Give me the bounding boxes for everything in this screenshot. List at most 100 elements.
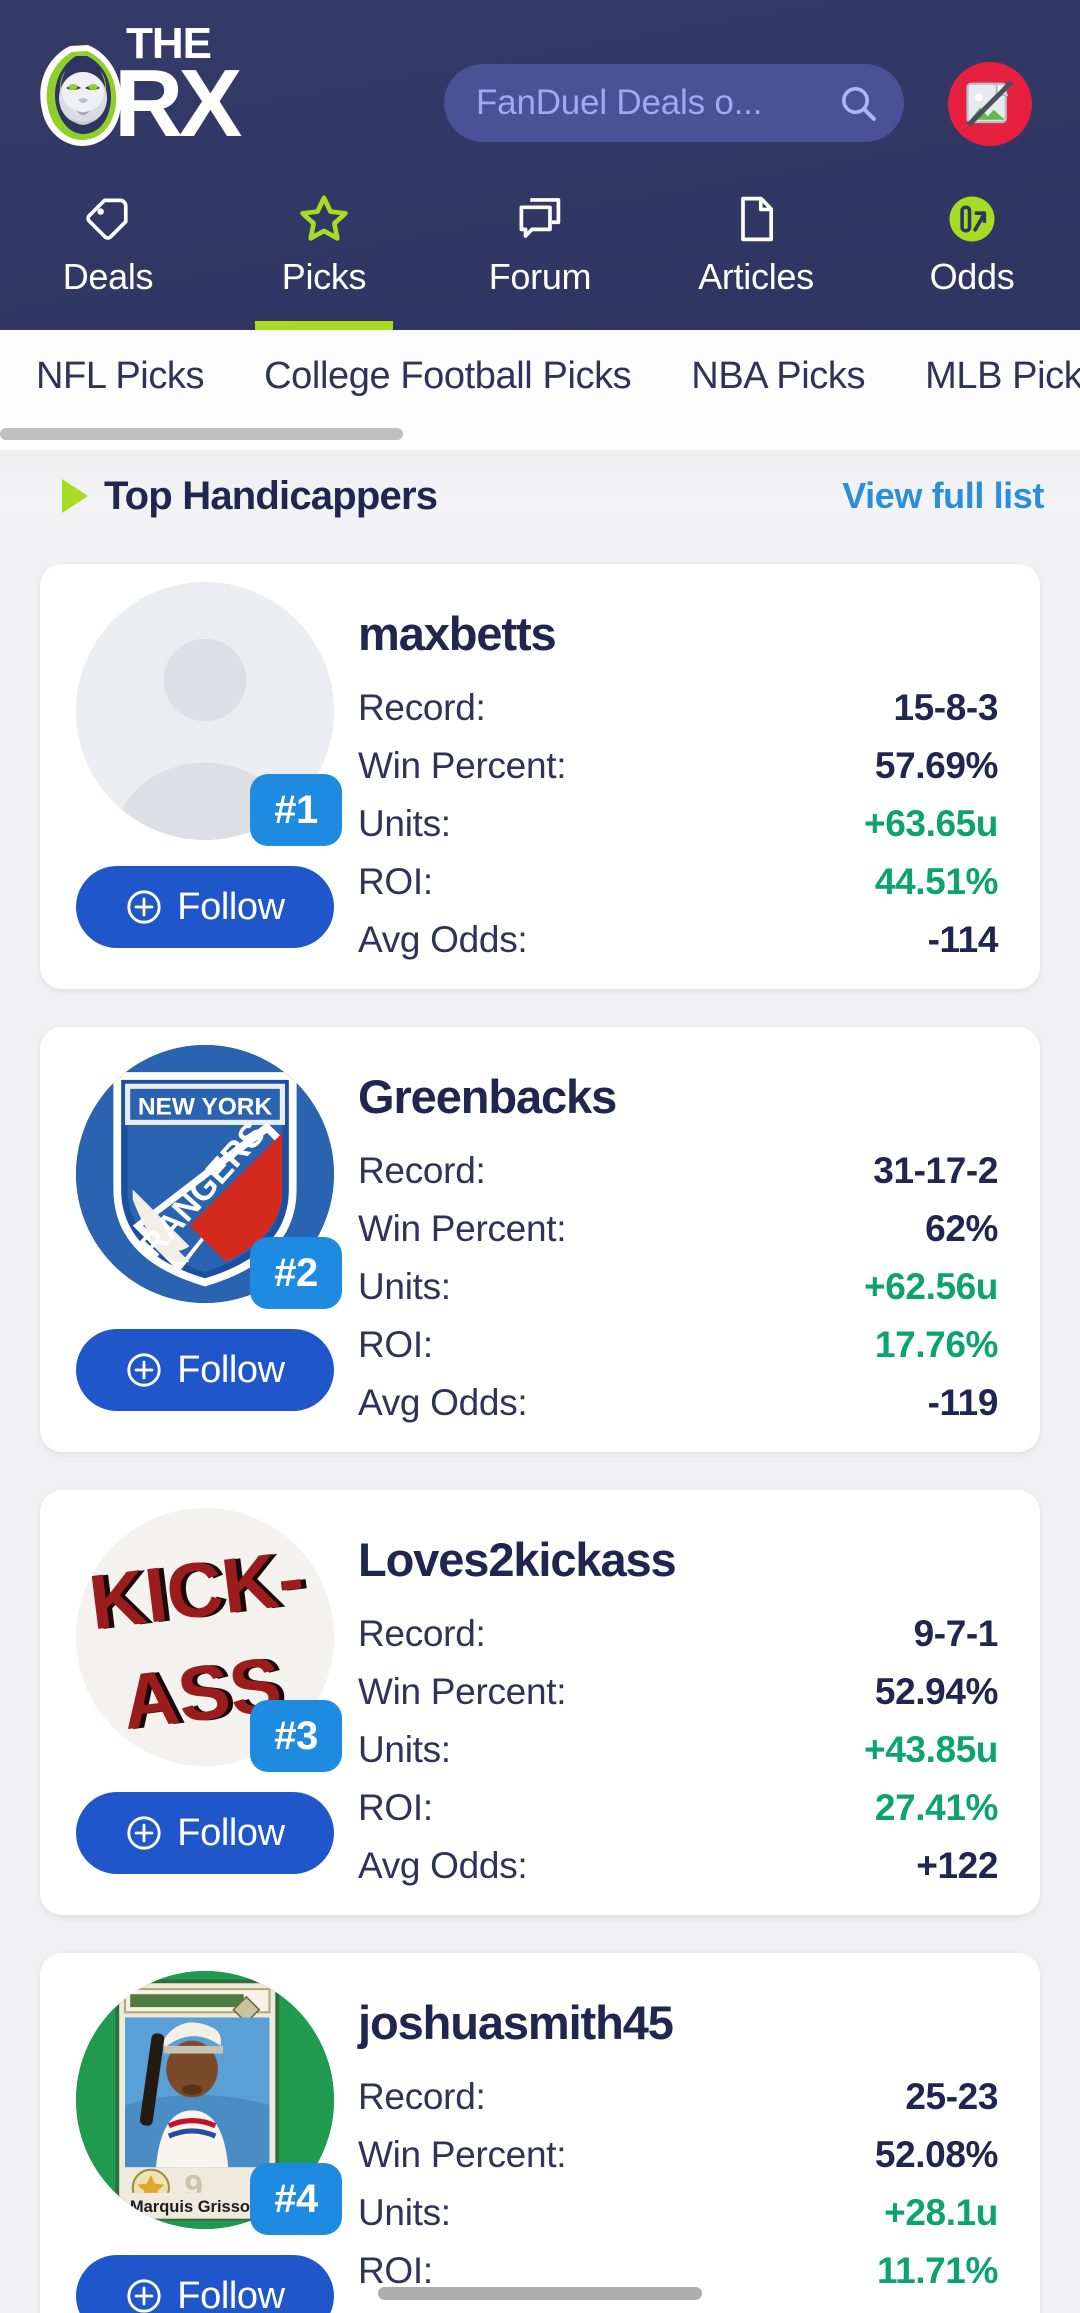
- stat-label: Record:: [358, 1613, 486, 1654]
- avatar-wrap: 9 Marquis Grissom #4: [76, 1971, 342, 2235]
- star-icon: [297, 190, 351, 248]
- handicapper-handle[interactable]: Loves2kickass: [358, 1532, 998, 1587]
- subnav-item-mlb-picks[interactable]: MLB Picks: [925, 355, 1080, 398]
- horizontal-scrollbar[interactable]: [0, 428, 403, 440]
- nav-item-forum[interactable]: Forum: [432, 178, 648, 330]
- play-triangle-icon: [62, 479, 88, 513]
- tag-icon: [82, 190, 134, 248]
- stat-value: 17.76%: [874, 1324, 998, 1365]
- stat-label: Win Percent:: [358, 1671, 567, 1712]
- handicapper-card[interactable]: #1 Follow maxbetts Record: 15-8-3 Win Pe: [40, 564, 1040, 989]
- rank-badge: #2: [250, 1237, 342, 1309]
- stat-value: 62%: [925, 1208, 998, 1249]
- header-top-row: THE RX FanDuel Deals o...: [0, 0, 1080, 178]
- follow-button[interactable]: Follow: [76, 866, 334, 948]
- subnav-item-college-football-picks[interactable]: College Football Picks: [264, 355, 632, 398]
- card-left-column: #1 Follow: [40, 564, 342, 989]
- stat-label: Units:: [358, 1729, 451, 1770]
- stat-label: Units:: [358, 803, 451, 844]
- stat-value: +43.85u: [864, 1729, 998, 1770]
- stat-row-roi: ROI: 44.51%: [358, 861, 998, 919]
- stat-label: ROI:: [358, 1324, 433, 1365]
- rank-badge: #1: [250, 774, 342, 846]
- follow-button[interactable]: Follow: [76, 1792, 334, 1874]
- stat-row-record: Record: 15-8-3: [358, 687, 998, 745]
- rank-badge: #3: [250, 1700, 342, 1772]
- stat-value: -119: [927, 1382, 999, 1423]
- stat-label: ROI:: [358, 2250, 433, 2291]
- follow-button-label: Follow: [177, 885, 285, 928]
- nav-item-label: Deals: [62, 256, 154, 297]
- card-right-column: joshuasmith45 Record: 25-23 Win Percent:…: [340, 1953, 1040, 2313]
- nav-item-odds[interactable]: Odds: [864, 178, 1080, 330]
- stat-row-avg-odds: Avg Odds: +122: [358, 1845, 998, 1903]
- secondary-nav-scroller[interactable]: NFL Picks College Football Picks NBA Pic…: [0, 330, 1080, 422]
- page-title: Top Handicappers: [104, 473, 438, 518]
- stat-value: 52.08%: [874, 2134, 998, 2175]
- stat-value: 44.51%: [874, 861, 998, 902]
- search-icon[interactable]: [838, 83, 878, 123]
- handicapper-handle[interactable]: Greenbacks: [358, 1069, 998, 1124]
- section-header: Top Handicappers View full list: [0, 450, 1080, 542]
- stat-value: +62.56u: [864, 1266, 998, 1307]
- stat-row-roi: ROI: 27.41%: [358, 1787, 998, 1845]
- view-full-list-link[interactable]: View full list: [842, 475, 1044, 517]
- stat-row-record: Record: 9-7-1: [358, 1613, 998, 1671]
- stat-row-win-percent: Win Percent: 52.94%: [358, 1671, 998, 1729]
- nav-item-picks[interactable]: Picks: [216, 178, 432, 330]
- stat-value: +122: [916, 1845, 998, 1886]
- avatar-wrap: #1: [76, 582, 342, 846]
- follow-button[interactable]: Follow: [76, 1329, 334, 1411]
- plus-circle-icon: [127, 1816, 161, 1850]
- lion-mascot-icon: THE RX: [40, 19, 247, 157]
- follow-button-label: Follow: [177, 1811, 285, 1854]
- nav-item-label: Articles: [698, 256, 814, 297]
- stat-label: Record:: [358, 687, 486, 728]
- stat-value: 27.41%: [874, 1787, 998, 1828]
- stat-row-units: Units: +43.85u: [358, 1729, 998, 1787]
- stats-table: Record: 31-17-2 Win Percent: 62% Units: …: [358, 1150, 998, 1440]
- stat-label: Avg Odds:: [358, 919, 528, 960]
- stat-label: Win Percent:: [358, 745, 567, 786]
- follow-button[interactable]: Follow: [76, 2255, 334, 2313]
- stat-label: Avg Odds:: [358, 1845, 528, 1886]
- secondary-nav: NFL Picks College Football Picks NBA Pic…: [0, 330, 1080, 450]
- stat-row-units: Units: +63.65u: [358, 803, 998, 861]
- handicapper-card[interactable]: 9 Marquis Grissom #4 Follow joshuasmith4…: [40, 1953, 1040, 2313]
- handicapper-list: #1 Follow maxbetts Record: 15-8-3 Win Pe: [0, 542, 1080, 2313]
- search-input[interactable]: FanDuel Deals o...: [444, 64, 904, 142]
- handicapper-handle[interactable]: maxbetts: [358, 606, 998, 661]
- nav-item-articles[interactable]: Articles: [648, 178, 864, 330]
- stat-row-record: Record: 31-17-2: [358, 1150, 998, 1208]
- stats-table: Record: 9-7-1 Win Percent: 52.94% Units:…: [358, 1613, 998, 1903]
- plus-circle-icon: [127, 890, 161, 924]
- subnav-item-nfl-picks[interactable]: NFL Picks: [36, 355, 205, 398]
- handicapper-card[interactable]: KICK- KICK- ASS ASS #3 Follow Loves2kick…: [40, 1490, 1040, 1915]
- stat-row-roi: ROI: 17.76%: [358, 1324, 998, 1382]
- user-avatar-button[interactable]: [948, 62, 1032, 146]
- app-header: THE RX FanDuel Deals o... Deals Picks Fo…: [0, 0, 1080, 330]
- stat-row-win-percent: Win Percent: 57.69%: [358, 745, 998, 803]
- nav-item-label: Odds: [929, 256, 1015, 297]
- stat-value: +63.65u: [864, 803, 998, 844]
- handicapper-handle[interactable]: joshuasmith45: [358, 1995, 998, 2050]
- card-right-column: maxbetts Record: 15-8-3 Win Percent: 57.…: [340, 564, 1040, 989]
- stat-row-avg-odds: Avg Odds: -114: [358, 919, 998, 977]
- stat-label: Avg Odds:: [358, 1382, 528, 1423]
- page-scroll-indicator[interactable]: [378, 2287, 702, 2300]
- subnav-item-nba-picks[interactable]: NBA Picks: [691, 355, 865, 398]
- brand-logo[interactable]: THE RX: [26, 14, 286, 164]
- stat-value: 52.94%: [874, 1671, 998, 1712]
- nav-item-deals[interactable]: Deals: [0, 178, 216, 330]
- stats-table: Record: 25-23 Win Percent: 52.08% Units:…: [358, 2076, 998, 2308]
- primary-nav: Deals Picks Forum Articles Odds: [0, 178, 1080, 330]
- stat-value: -114: [927, 919, 999, 960]
- stat-value: +28.1u: [884, 2192, 998, 2233]
- stat-value: 11.71%: [876, 2250, 998, 2291]
- handicapper-card[interactable]: NEW YORK RANGERS #2 Follow Greenbacks Re…: [40, 1027, 1040, 1452]
- nav-item-label: Forum: [488, 256, 592, 297]
- document-icon: [730, 190, 782, 248]
- card-left-column: NEW YORK RANGERS #2 Follow: [40, 1027, 342, 1452]
- stat-value: 15-8-3: [893, 687, 998, 728]
- stat-value: 31-17-2: [873, 1150, 998, 1191]
